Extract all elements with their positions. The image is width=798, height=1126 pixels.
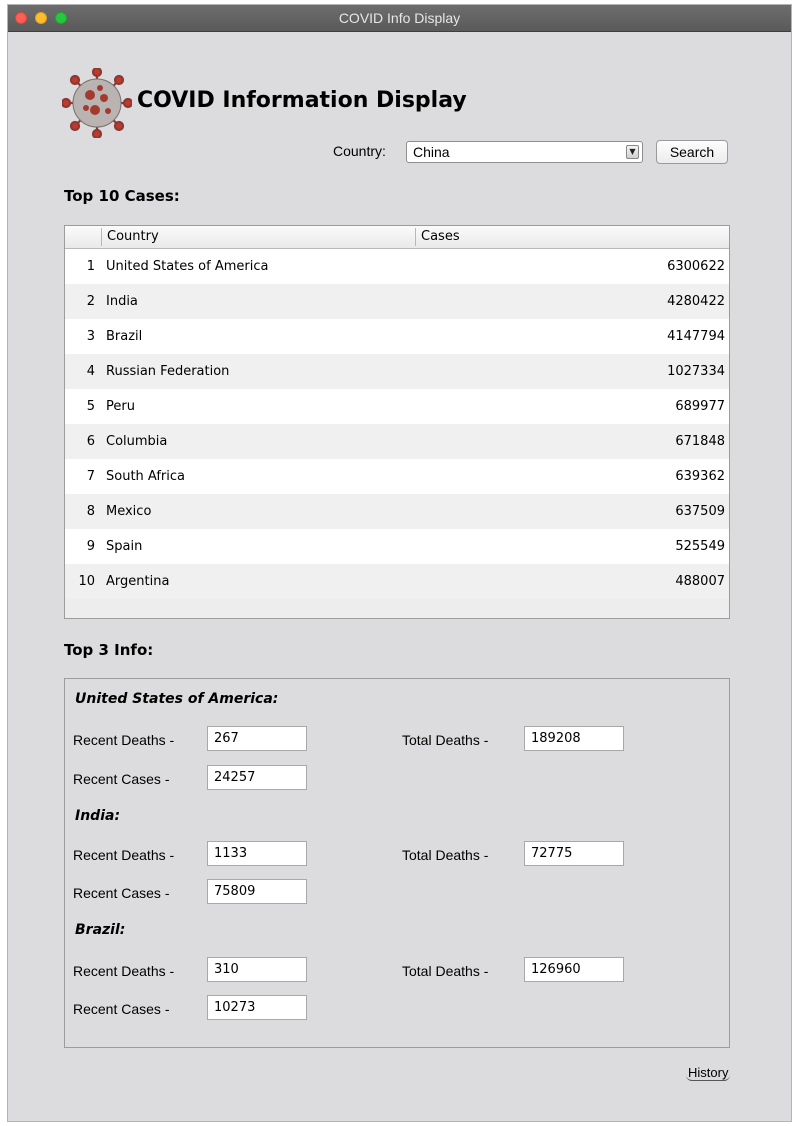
total-deaths-label: Total Deaths - [402,847,489,863]
total-deaths-label: Total Deaths - [402,732,489,748]
recent-deaths-label: Recent Deaths - [73,847,175,863]
table-row[interactable]: 2 India 4280422 [65,284,729,319]
recent-deaths-field[interactable]: 267 [207,726,307,751]
table-body: 1 United States of America 6300622 2 Ind… [65,249,729,599]
rank-cell: 6 [86,434,95,449]
table-row[interactable]: 1 United States of America 6300622 [65,249,729,284]
country-cell: United States of America [106,259,269,274]
rank-cell: 10 [78,574,95,589]
recent-cases-field[interactable]: 10273 [207,995,307,1020]
country-cell: South Africa [106,469,185,484]
total-deaths-field[interactable]: 126960 [524,957,624,982]
table-row[interactable]: 9 Spain 525549 [65,529,729,564]
total-deaths-label: Total Deaths - [402,963,489,979]
country-cell: Argentina [106,574,170,589]
cases-cell: 671848 [675,434,725,449]
history-button[interactable]: History [686,1066,731,1081]
search-button[interactable]: Search [656,140,728,164]
rank-cell: 5 [86,399,95,414]
top10-title: Top 10 Cases: [64,187,180,205]
total-deaths-field[interactable]: 72775 [524,841,624,866]
recent-cases-field[interactable]: 75809 [207,879,307,904]
app-title: COVID Information Display [137,88,467,113]
country-label: Country: [333,143,386,159]
total-deaths-field[interactable]: 189208 [524,726,624,751]
cases-cell: 4147794 [667,329,725,344]
rank-cell: 8 [86,504,95,519]
cases-cell: 4280422 [667,294,725,309]
recent-cases-label: Recent Cases - [73,1001,170,1017]
table-row[interactable]: 4 Russian Federation 1027334 [65,354,729,389]
cases-cell: 525549 [675,539,725,554]
recent-cases-label: Recent Cases - [73,771,170,787]
cases-cell: 639362 [675,469,725,484]
recent-cases-field[interactable]: 24257 [207,765,307,790]
rank-cell: 2 [86,294,95,309]
country-cell: Columbia [106,434,168,449]
country-dropdown-value: China [413,144,450,160]
country-cell: Mexico [106,504,152,519]
recent-cases-label: Recent Cases - [73,885,170,901]
cases-cell: 637509 [675,504,725,519]
country-cell: Brazil [106,329,143,344]
country-cell: Russian Federation [106,364,230,379]
top3-title: Top 3 Info: [64,641,154,659]
country-heading: United States of America: [75,691,279,707]
recent-deaths-label: Recent Deaths - [73,732,175,748]
rank-cell: 3 [86,329,95,344]
country-dropdown[interactable]: China ▼ [406,141,643,163]
table-row[interactable]: 7 South Africa 639362 [65,459,729,494]
top3-info-panel: United States of America: Recent Deaths … [64,678,730,1048]
table-row[interactable]: 10 Argentina 488007 [65,564,729,599]
column-header-cases[interactable]: Cases [421,226,460,248]
rank-cell: 1 [86,259,95,274]
country-cell: Peru [106,399,135,414]
window-title: COVID Info Display [338,10,461,26]
table-row[interactable]: 6 Columbia 671848 [65,424,729,459]
rank-cell: 4 [86,364,95,379]
rank-cell: 9 [86,539,95,554]
dropdown-arrow-icon[interactable]: ▼ [626,145,639,159]
table-header: Country Cases [65,226,729,249]
virus-icon [62,68,132,138]
cases-cell: 488007 [675,574,725,589]
title-bar[interactable]: COVID Info Display [8,5,791,32]
country-cell: India [106,294,138,309]
country-cell: Spain [106,539,143,554]
table-row[interactable]: 8 Mexico 637509 [65,494,729,529]
recent-deaths-field[interactable]: 310 [207,957,307,982]
country-heading: Brazil: [75,922,126,938]
cases-cell: 689977 [675,399,725,414]
table-row[interactable]: 3 Brazil 4147794 [65,319,729,354]
cases-cell: 6300622 [667,259,725,274]
recent-deaths-label: Recent Deaths - [73,963,175,979]
country-heading: India: [75,808,121,824]
column-header-country[interactable]: Country [107,226,159,248]
table-row[interactable]: 5 Peru 689977 [65,389,729,424]
rank-cell: 7 [86,469,95,484]
cases-cell: 1027334 [667,364,725,379]
recent-deaths-field[interactable]: 1133 [207,841,307,866]
top10-table: Country Cases 1 United States of America… [64,225,730,619]
